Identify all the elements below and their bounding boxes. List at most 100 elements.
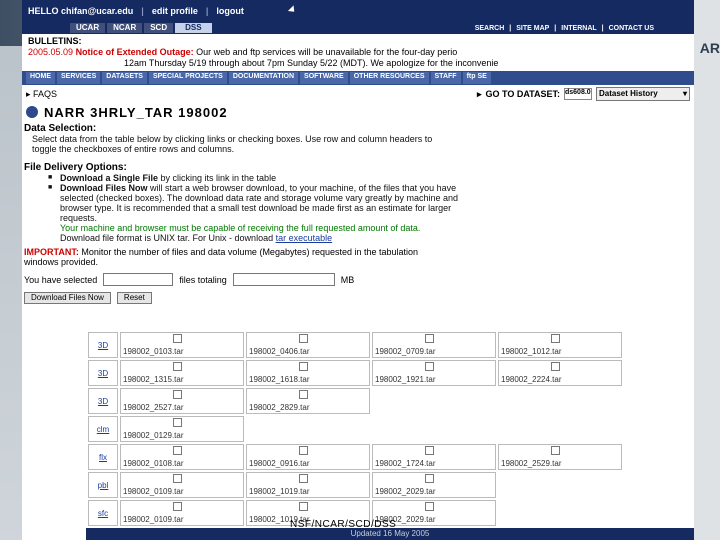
file-checkbox[interactable]: [299, 502, 308, 511]
file-link[interactable]: 198002_0109.tar: [123, 479, 241, 496]
tab-ncar[interactable]: NCAR: [107, 23, 143, 33]
file-cell: 198002_2224.tar: [498, 360, 622, 386]
file-link[interactable]: 198002_0109.tar: [123, 507, 241, 524]
file-checkbox[interactable]: [173, 502, 182, 511]
file-link[interactable]: 198002_2829.tar: [249, 395, 367, 412]
file-checkbox[interactable]: [425, 362, 434, 371]
selected-files-count-field[interactable]: [103, 273, 174, 286]
file-link[interactable]: 198002_2529.tar: [501, 451, 619, 468]
empty-cell: [498, 388, 622, 414]
empty-cell: [372, 416, 496, 442]
file-link[interactable]: 198002_1921.tar: [375, 367, 493, 384]
file-checkbox[interactable]: [299, 334, 308, 343]
edit-profile-link[interactable]: edit profile: [152, 6, 198, 16]
file-link[interactable]: 198002_1315.tar: [123, 367, 241, 384]
file-checkbox[interactable]: [173, 390, 182, 399]
file-link[interactable]: 198002_1618.tar: [249, 367, 367, 384]
empty-cell: [372, 388, 496, 414]
category-link[interactable]: 3D: [88, 360, 118, 386]
file-checkbox[interactable]: [173, 446, 182, 455]
file-checkbox[interactable]: [299, 362, 308, 371]
tab-dss[interactable]: DSS: [175, 23, 212, 33]
category-link[interactable]: 3D: [88, 388, 118, 414]
goto-dataset-input[interactable]: ds608.0: [564, 88, 592, 100]
action-buttons: Download Files Now Reset: [22, 292, 694, 304]
file-checkbox[interactable]: [299, 390, 308, 399]
data-selection-text2: toggle the checkboxes of entire rows and…: [32, 144, 235, 154]
file-link[interactable]: 198002_0108.tar: [123, 451, 241, 468]
file-link[interactable]: 198002_0103.tar: [123, 339, 241, 356]
file-link[interactable]: 198002_0129.tar: [123, 423, 241, 440]
file-cell: 198002_0109.tar: [120, 500, 244, 526]
title-row: NARR 3HRLY_TAR 198002: [22, 103, 694, 121]
file-checkbox[interactable]: [173, 362, 182, 371]
user-greeting: HELLO chifan@ucar.edu: [28, 6, 134, 16]
bulletin-box: BULLETINS: 2005.05.09 Notice of Extended…: [22, 34, 694, 71]
total-mb-field[interactable]: [232, 273, 335, 286]
category-link[interactable]: clm: [88, 416, 118, 442]
file-cell: 198002_2029.tar: [372, 472, 496, 498]
file-link[interactable]: 198002_0709.tar: [375, 339, 493, 356]
file-link[interactable]: 198002_0406.tar: [249, 339, 367, 356]
file-link[interactable]: 198002_2029.tar: [375, 479, 493, 496]
faq-link[interactable]: ▸ FAQS: [26, 89, 57, 100]
file-link[interactable]: 198002_2224.tar: [501, 367, 619, 384]
file-cell: 198002_2527.tar: [120, 388, 244, 414]
nav-other-resources[interactable]: OTHER RESOURCES: [349, 72, 429, 84]
delivery-heading: File Delivery Options:: [24, 162, 127, 173]
file-checkbox[interactable]: [425, 446, 434, 455]
file-link[interactable]: 198002_2527.tar: [123, 395, 241, 412]
download-files-now-button[interactable]: Download Files Now: [24, 292, 111, 304]
category-link[interactable]: pbl: [88, 472, 118, 498]
file-checkbox[interactable]: [425, 502, 434, 511]
category-link[interactable]: sfc: [88, 500, 118, 526]
edge-text: AR: [699, 40, 720, 56]
file-checkbox[interactable]: [173, 474, 182, 483]
file-link[interactable]: 198002_1012.tar: [501, 339, 619, 356]
file-checkbox[interactable]: [551, 334, 560, 343]
nav-staff[interactable]: STAFF: [430, 72, 461, 84]
empty-cell: [498, 500, 622, 526]
file-checkbox[interactable]: [299, 474, 308, 483]
file-cell: 198002_2829.tar: [246, 388, 370, 414]
table-row: clm 198002_0129.tar: [88, 416, 622, 442]
file-link[interactable]: 198002_1019.tar: [249, 479, 367, 496]
nav-software[interactable]: SOFTWARE: [300, 72, 348, 84]
file-checkbox[interactable]: [551, 446, 560, 455]
reset-button[interactable]: Reset: [116, 292, 152, 304]
tar-executable-link[interactable]: tar executable: [276, 233, 333, 243]
file-checkbox[interactable]: [551, 362, 560, 371]
file-checkbox[interactable]: [299, 446, 308, 455]
category-link[interactable]: 3D: [88, 332, 118, 358]
nav-special-projects[interactable]: SPECIAL PROJECTS: [148, 72, 227, 84]
file-checkbox[interactable]: [425, 334, 434, 343]
delivery-cont1: selected (checked boxes). The download d…: [60, 193, 459, 203]
file-checkbox[interactable]: [425, 474, 434, 483]
dataset-history-select[interactable]: Dataset History: [596, 87, 690, 101]
logout-link[interactable]: logout: [216, 6, 244, 16]
tab-ucar[interactable]: UCAR: [70, 23, 106, 33]
nav-ftp[interactable]: ftp SE: [462, 72, 491, 84]
table-row: flx 198002_0108.tar 198002_0916.tar 198002_…: [88, 444, 622, 470]
file-link[interactable]: 198002_1724.tar: [375, 451, 493, 468]
file-cell: 198002_0129.tar: [120, 416, 244, 442]
category-link[interactable]: flx: [88, 444, 118, 470]
file-checkbox[interactable]: [173, 418, 182, 427]
file-link[interactable]: 198002_0916.tar: [249, 451, 367, 468]
bulletin-line1: Our web and ftp services will be unavail…: [196, 47, 458, 57]
internal-link[interactable]: INTERNAL: [561, 25, 596, 32]
top-links: SEARCH | SITE MAP | INTERNAL | CONTACT US: [474, 24, 654, 32]
search-link[interactable]: SEARCH: [475, 25, 505, 32]
contact-us-link[interactable]: CONTACT US: [609, 25, 654, 32]
tab-scd[interactable]: SCD: [144, 23, 174, 33]
main-nav: HOME SERVICES DATASETS SPECIAL PROJECTS …: [22, 71, 694, 85]
site-map-link[interactable]: SITE MAP: [516, 25, 549, 32]
file-cell: 198002_2529.tar: [498, 444, 622, 470]
nav-services[interactable]: SERVICES: [57, 72, 101, 84]
table-row: 3D 198002_2527.tar 198002_2829.tar: [88, 388, 622, 414]
file-checkbox[interactable]: [173, 334, 182, 343]
nav-datasets[interactable]: DATASETS: [102, 72, 147, 84]
nav-documentation[interactable]: DOCUMENTATION: [228, 72, 299, 84]
nav-home[interactable]: HOME: [26, 72, 55, 84]
delivery-cont3: requests.: [60, 213, 98, 223]
